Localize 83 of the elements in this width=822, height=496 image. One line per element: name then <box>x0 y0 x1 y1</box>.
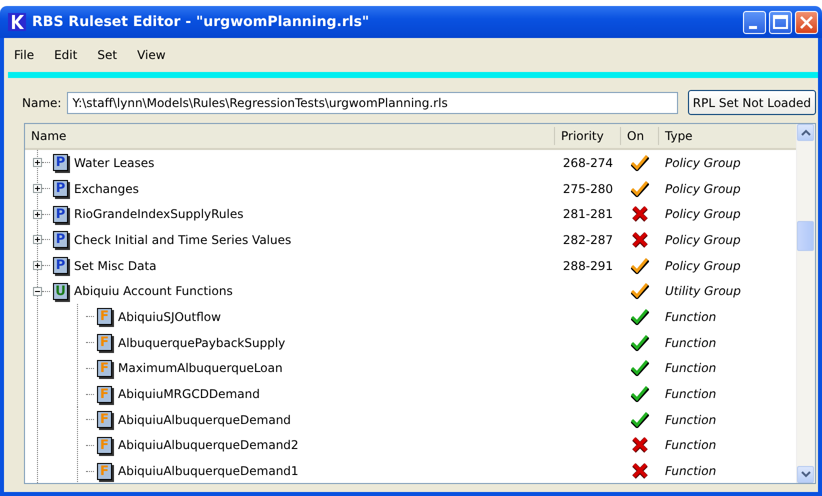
type-cell: Policy Group <box>665 182 741 196</box>
rule-name[interactable]: AbiquiuMRGCDDemand <box>118 387 260 402</box>
cross-icon[interactable] <box>631 206 649 222</box>
type-cell: Policy Group <box>665 156 741 170</box>
scroll-thumb[interactable] <box>797 221 814 251</box>
cross-icon[interactable] <box>631 232 649 248</box>
type-cell: Policy Group <box>665 207 741 222</box>
rule-name[interactable]: RioGrandeIndexSupplyRules <box>74 207 244 222</box>
rule-name[interactable]: AbiquiuAlbuquerqueDemand1 <box>118 464 299 478</box>
check-icon[interactable] <box>631 283 649 300</box>
check-icon[interactable] <box>631 180 649 197</box>
priority-cell: 288-291 <box>562 258 613 273</box>
priority-cell: 275-280 <box>562 182 613 196</box>
minimize-icon <box>748 26 756 28</box>
menu-item[interactable]: File <box>14 48 34 62</box>
expander-icon[interactable] <box>33 184 42 194</box>
check-icon[interactable] <box>631 334 649 351</box>
rule-type-icon: P <box>53 206 68 223</box>
type-cell: Function <box>665 464 716 478</box>
expander-icon[interactable] <box>33 261 42 270</box>
scroll-up-button[interactable] <box>797 124 814 141</box>
rule-name[interactable]: Water Leases <box>74 156 154 170</box>
priority-cell: 282-287 <box>562 232 613 247</box>
type-cell: Policy Group <box>665 232 741 247</box>
rule-type-icon: U <box>53 282 68 300</box>
rule-type-icon: P <box>53 257 68 274</box>
rule-name[interactable]: AbiquiuAlbuquerqueDemand2 <box>118 438 299 452</box>
scroll-down-button[interactable] <box>797 466 814 483</box>
rule-name[interactable]: AlbuquerquePaybackSupply <box>118 336 286 350</box>
type-cell: Policy Group <box>665 258 741 273</box>
type-cell: Function <box>665 438 716 452</box>
rpl-status-button[interactable]: RPL Set Not Loaded <box>688 90 816 115</box>
cross-icon[interactable] <box>631 437 649 454</box>
rule-type-icon: P <box>53 154 68 172</box>
cross-icon[interactable] <box>631 463 649 480</box>
rule-name[interactable]: MaximumAlbuquerqueLoan <box>118 361 283 376</box>
maximize-button[interactable] <box>769 10 792 34</box>
menu-item[interactable]: Set <box>97 48 118 62</box>
rule-type-icon: F <box>97 386 112 403</box>
rule-name[interactable]: Exchanges <box>74 182 139 196</box>
priority-cell: 268-274 <box>562 156 613 170</box>
column-header[interactable]: On <box>621 127 659 145</box>
priority-cell: 281-281 <box>562 207 613 222</box>
type-cell: Function <box>665 336 716 350</box>
check-icon[interactable] <box>631 258 649 274</box>
expander-icon[interactable] <box>33 210 42 219</box>
app-logo-icon <box>8 13 26 31</box>
column-header[interactable]: Name <box>25 127 555 145</box>
close-button[interactable] <box>795 10 818 34</box>
check-icon[interactable] <box>631 386 649 402</box>
name-label: Name: <box>22 96 62 110</box>
expander-icon[interactable] <box>33 286 42 296</box>
menu-item[interactable]: Edit <box>54 48 78 62</box>
check-icon[interactable] <box>631 412 649 428</box>
type-cell: Function <box>665 361 716 376</box>
rule-type-icon: P <box>53 231 68 248</box>
rule-type-icon: F <box>97 360 112 377</box>
column-header[interactable]: Priority <box>555 127 621 145</box>
rule-name[interactable]: AbiquiuAlbuquerqueDemand <box>118 412 291 427</box>
check-icon[interactable] <box>631 308 649 325</box>
type-cell: Function <box>665 387 716 402</box>
type-cell: Function <box>665 310 716 324</box>
check-icon[interactable] <box>631 154 649 171</box>
check-icon[interactable] <box>631 360 649 376</box>
expander-icon[interactable] <box>33 235 42 244</box>
window-title: RBS Ruleset Editor - "urgwomPlanning.rls" <box>32 14 370 30</box>
rule-name[interactable]: AbiquiuSJOutflow <box>118 310 221 324</box>
column-header[interactable]: Type <box>659 127 796 145</box>
rule-name[interactable]: Check Initial and Time Series Values <box>74 232 292 247</box>
rule-name[interactable]: Abiquiu Account Functions <box>74 284 233 298</box>
rule-type-icon: P <box>53 180 68 198</box>
rule-type-icon: F <box>97 436 112 454</box>
expander-icon[interactable] <box>33 158 42 168</box>
rule-name[interactable]: Set Misc Data <box>74 258 157 273</box>
rule-type-icon: F <box>97 308 112 326</box>
name-field[interactable]: Y:\staff\lynn\Models\Rules\RegressionTests\urgwomPlanning.rls <box>67 92 678 114</box>
rule-type-icon: F <box>97 334 112 352</box>
type-cell: Utility Group <box>665 284 741 298</box>
minimize-button[interactable] <box>743 10 766 34</box>
rule-type-icon: F <box>97 411 112 428</box>
rule-type-icon: F <box>97 462 112 480</box>
type-cell: Function <box>665 412 716 427</box>
menu-item[interactable]: View <box>137 48 166 62</box>
